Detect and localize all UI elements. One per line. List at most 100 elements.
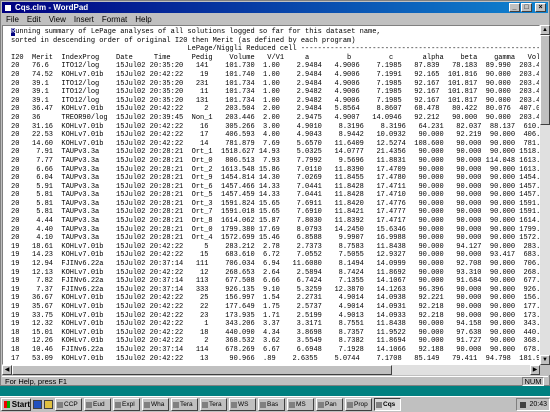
table-row: 19 12.94 FJINv6.22a 15Jul02 20:37:14 111… <box>11 260 540 269</box>
table-row: 20 39.1 ITO12/log 15Jul02 20:35:20 131 1… <box>11 96 540 105</box>
table-row: 19 12.32 KOHLv7.01b 15Jul02 20:42:22 1 3… <box>11 320 540 329</box>
task-app-icon <box>376 401 382 408</box>
quicklaunch-desktop-icon[interactable] <box>44 400 53 409</box>
table-row: 18 12.26 KOHLv7.01b 15Jul02 20:42:22 2 3… <box>11 337 540 346</box>
table-row: 20 5.81 TAUPv3.3a 15Jul02 20:28:21 Ort_3… <box>11 199 540 208</box>
table-row: 20 31.16 KOHLv7.01b 15Jul02 20:42:22 16 … <box>11 122 540 131</box>
table-row: 20 5.81 TAUPv3.3a 15Jul02 20:28:21 Ort_5… <box>11 191 540 200</box>
table-header-line: LePage/Niggli Reduced cell -------------… <box>187 45 540 54</box>
scroll-down-arrow-icon[interactable]: ▼ <box>540 355 550 365</box>
table-row: 20 14.60 KOHLv7.01b 15Jul02 20:42:22 14 … <box>11 139 540 148</box>
scroll-up-arrow-icon[interactable]: ▲ <box>540 25 550 35</box>
taskbar-button-ccp[interactable]: CCP <box>55 398 82 411</box>
taskbar-button-prop[interactable]: Prop <box>345 398 372 411</box>
document-header-line: sorted in descending order of original I… <box>11 36 356 45</box>
table-row: 20 36.47 KOHLv7.01b 15Jul02 20:42:22 2 2… <box>11 105 540 114</box>
close-button[interactable]: × <box>535 3 546 12</box>
line-text: unning summary of LePage analyses of all… <box>15 28 381 36</box>
task-label: Cqs <box>383 401 396 408</box>
table-row: 20 76.6 ITO12/log 15Jul02 20:35:20 141 1… <box>11 62 540 71</box>
taskbar-button-bas[interactable]: Bas <box>258 398 285 411</box>
task-app-icon <box>115 401 121 408</box>
quicklaunch-ie-icon[interactable] <box>33 400 42 409</box>
table-row: 19 33.75 KOHLv7.01b 15Jul02 20:42:22 23 … <box>11 311 540 320</box>
table-row: 20 22.53 KOHLv7.01b 15Jul02 20:42:22 17 … <box>11 131 540 140</box>
task-app-icon <box>260 401 266 408</box>
table-row: 17 53.09 KOHLv7.01b 15Jul02 20:42:22 13 … <box>11 354 540 363</box>
start-label: Start <box>11 400 30 409</box>
task-label: MS <box>296 401 306 408</box>
scroll-right-arrow-icon[interactable]: ▶ <box>530 365 540 375</box>
task-app-icon <box>289 401 295 408</box>
vertical-scrollbar[interactable]: ▲ ▼ <box>540 25 550 365</box>
maximize-button[interactable]: □ <box>521 3 532 12</box>
taskbar-button-eud[interactable]: Eud <box>84 398 111 411</box>
table-row: 19 7.82 FJINv6.22a 15Jul02 20:37:14 113 … <box>11 277 540 286</box>
system-tray: 20:43 <box>516 398 550 411</box>
menu-edit[interactable]: Edit <box>23 15 45 24</box>
table-row: 20 5.81 TAUPv3.3a 15Jul02 20:28:21 Ort_7… <box>11 208 540 217</box>
taskbar-button-wha[interactable]: Wha <box>142 398 169 411</box>
taskbar-button-tera[interactable]: Tera <box>171 398 198 411</box>
table-row: 20 7.77 TAUPv3.3a 15Jul02 20:28:21 Ort_0… <box>11 156 540 165</box>
minimize-button[interactable]: _ <box>509 3 520 12</box>
menu-file[interactable]: File <box>2 15 23 24</box>
table-row: 20 4.44 TAUPv3.3a 15Jul02 20:28:21 Ort_8… <box>11 217 540 226</box>
document-area[interactable]: Running summary of LePage analyses of al… <box>2 25 540 365</box>
task-label: WS <box>238 401 249 408</box>
horizontal-scroll-thumb[interactable] <box>12 365 392 375</box>
table-row: 19 14.23 KOHLv7.01b 15Jul02 20:42:22 15 … <box>11 251 540 260</box>
title-bar[interactable]: Cqs.clm - WordPad _ □ × <box>2 2 548 13</box>
table-row: 20 7.91 TAUPv3.3a 15Jul02 20:28:21 Ort_1… <box>11 148 540 157</box>
task-label: Tera <box>180 401 193 408</box>
taskbar-button-ms[interactable]: MS <box>287 398 314 411</box>
scrollbar-corner <box>540 365 550 375</box>
table-row: 20 4.10 TAUPv3.3a 15Jul02 20:28:21 Ort_4… <box>11 234 540 243</box>
menu-insert[interactable]: Insert <box>70 15 98 24</box>
table-row: 19 12.13 KOHLv7.01b 15Jul02 20:42:22 12 … <box>11 268 540 277</box>
table-row: 19 36.67 KOHLv7.01b 15Jul02 20:42:22 25 … <box>11 294 540 303</box>
document-text[interactable]: Running summary of LePage analyses of al… <box>3 26 539 363</box>
clock: 20:43 <box>529 401 547 408</box>
menu-view[interactable]: View <box>45 15 70 24</box>
task-app-icon <box>173 401 179 408</box>
taskbar-button-cqs[interactable]: Cqs <box>374 398 401 411</box>
start-button[interactable]: Start <box>1 398 31 411</box>
table-row: 20 39.1 ITO12/log 15Jul02 20:35:20 11 10… <box>11 88 540 97</box>
wordpad-window: Cqs.clm - WordPad _ □ × File Edit View I… <box>0 0 550 386</box>
horizontal-scrollbar[interactable]: ◀ ▶ <box>2 365 540 375</box>
wordpad-app-icon[interactable] <box>4 3 12 12</box>
task-label: Eud <box>93 401 105 408</box>
table-row: 20 74.52 KOHLv7.01b 15Jul02 20:42:22 19 … <box>11 70 540 79</box>
table-row: 19 7.37 FJINv6.22a 15Jul02 20:37:14 333 … <box>11 285 540 294</box>
table-row: 20 5.91 TAUPv3.3a 15Jul02 20:28:21 Ort_6… <box>11 182 540 191</box>
status-bar: For Help, press F1 NUM <box>2 376 548 386</box>
taskbar-button-ws[interactable]: WS <box>229 398 256 411</box>
document-header-line: Running summary of LePage analyses of al… <box>11 28 539 37</box>
task-label: Wha <box>151 401 165 408</box>
table-header-line: I20 Merit IndexProg Date Time Pedig Volu… <box>11 53 540 62</box>
menu-help[interactable]: Help <box>131 15 155 24</box>
menu-format[interactable]: Format <box>98 15 131 24</box>
table-row: 19 18.61 KOHLv7.01b 15Jul02 20:42:22 5 2… <box>11 242 540 251</box>
taskbar-button-expl[interactable]: Expl <box>113 398 140 411</box>
speaker-icon[interactable] <box>520 401 527 408</box>
status-help-text: For Help, press F1 <box>5 377 68 386</box>
scroll-left-arrow-icon[interactable]: ◀ <box>2 365 12 375</box>
taskbar-button-tera[interactable]: Tera <box>200 398 227 411</box>
task-app-icon <box>86 401 92 408</box>
windows-flag-icon <box>4 401 10 408</box>
task-label: Bas <box>267 401 279 408</box>
taskbar: Start CCP Eud Expl Wha Tera Tera WS Bas MS Pan Pro… <box>0 396 550 412</box>
task-buttons: CCP Eud Expl Wha Tera Tera WS Bas MS Pan Prop Cqs <box>53 398 401 411</box>
task-app-icon <box>57 401 63 408</box>
task-label: Prop <box>354 401 368 408</box>
task-label: Tera <box>209 401 222 408</box>
window-title: Cqs.clm - WordPad <box>15 3 89 12</box>
task-app-icon <box>202 401 208 408</box>
vertical-scroll-thumb[interactable] <box>540 35 550 125</box>
table-row: 20 36 TREOR90/log 15Jul02 20:39:45 Non_1… <box>11 113 540 122</box>
taskbar-button-pan[interactable]: Pan <box>316 398 343 411</box>
table-row: 19 35.67 KOHLv7.01b 15Jul02 20:42:22 22 … <box>11 303 540 311</box>
task-app-icon <box>347 401 353 408</box>
